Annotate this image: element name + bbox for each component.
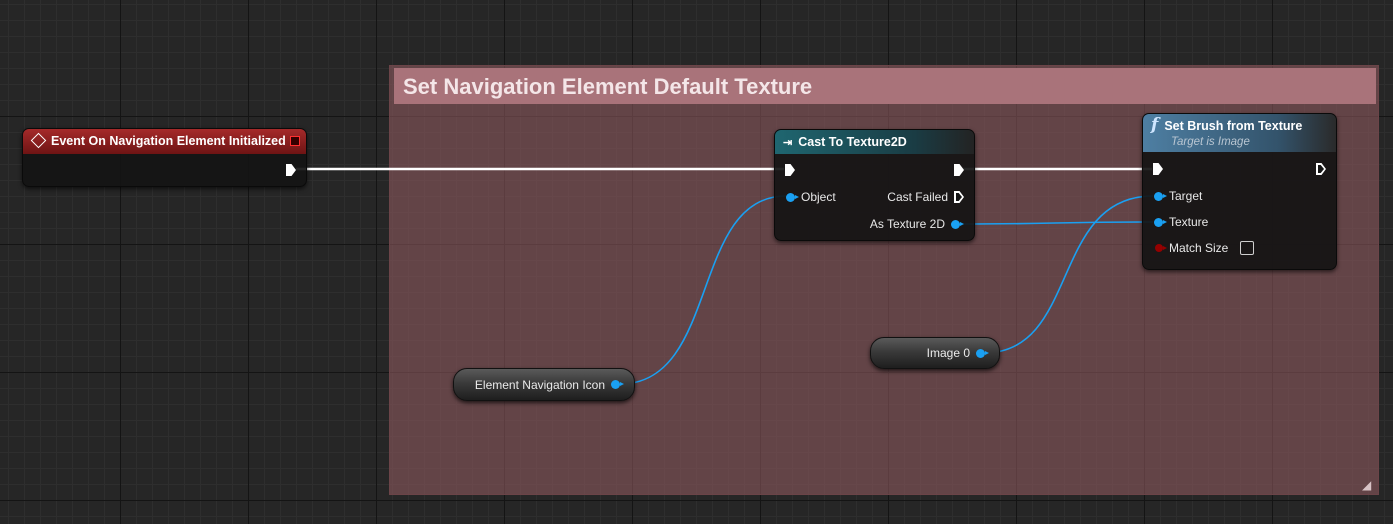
cast-arrow-icon: ⇥ bbox=[783, 137, 793, 149]
event-node-header[interactable]: Event On Navigation Element Initialized bbox=[23, 129, 306, 154]
event-node-title: Event On Navigation Element Initialized bbox=[51, 134, 286, 148]
cast-node-header[interactable]: ⇥ Cast To Texture2D bbox=[775, 130, 974, 154]
var-icon-label: Element Navigation Icon bbox=[474, 377, 605, 392]
exec-in-icon[interactable] bbox=[1153, 163, 1163, 175]
cast-astexture-pin[interactable]: As Texture 2D bbox=[869, 217, 964, 231]
cast-failed-label: Cast Failed bbox=[887, 190, 948, 204]
texture-pin-icon[interactable] bbox=[1154, 217, 1167, 227]
target-pin-icon[interactable] bbox=[1154, 191, 1167, 201]
set-brush-matchsize-pin[interactable]: Match Size bbox=[1155, 241, 1255, 255]
cast-astexture-label: As Texture 2D bbox=[869, 217, 945, 231]
cast-exec-in[interactable] bbox=[785, 164, 795, 176]
exec-out-icon[interactable] bbox=[954, 164, 964, 176]
exec-hollow-icon[interactable] bbox=[1316, 163, 1326, 175]
exec-in-icon[interactable] bbox=[785, 164, 795, 176]
exec-hollow-icon[interactable] bbox=[954, 191, 964, 203]
wire-icon-to-object bbox=[619, 195, 787, 385]
var-image-label: Image 0 bbox=[926, 346, 970, 360]
set-brush-target-label: Target bbox=[1169, 189, 1203, 203]
cast-node-title: Cast To Texture2D bbox=[798, 135, 907, 149]
match-size-checkbox[interactable] bbox=[1240, 241, 1255, 255]
bool-pin-icon[interactable] bbox=[1155, 244, 1167, 252]
object-pin-icon[interactable] bbox=[786, 192, 799, 202]
cast-failed-pin[interactable]: Cast Failed bbox=[887, 190, 964, 204]
object-pin-icon[interactable] bbox=[976, 348, 989, 358]
event-node[interactable]: Event On Navigation Element Initialized bbox=[22, 128, 307, 187]
event-diamond-icon bbox=[30, 132, 47, 149]
function-f-icon: f bbox=[1151, 115, 1159, 135]
set-brush-texture-pin[interactable]: Texture bbox=[1154, 215, 1208, 229]
variable-element-navigation-icon[interactable]: Element Navigation Icon bbox=[453, 368, 635, 401]
set-brush-title: Set Brush from Texture bbox=[1164, 119, 1303, 133]
set-brush-exec-in[interactable] bbox=[1153, 163, 1163, 175]
cast-node[interactable]: ⇥ Cast To Texture2D Object Cast Failed As… bbox=[774, 129, 975, 241]
set-brush-exec-out[interactable] bbox=[1316, 163, 1326, 175]
set-brush-texture-label: Texture bbox=[1169, 215, 1209, 229]
variable-image-0[interactable]: Image 0 bbox=[870, 337, 1000, 369]
texture-pin-icon[interactable] bbox=[951, 219, 964, 229]
cast-exec-out[interactable] bbox=[954, 164, 964, 176]
set-brush-node[interactable]: f Set Brush from Texture Target is Image … bbox=[1142, 113, 1337, 270]
exec-out-icon[interactable] bbox=[286, 164, 296, 176]
set-brush-target-pin[interactable]: Target bbox=[1154, 189, 1202, 203]
set-brush-node-header[interactable]: f Set Brush from Texture Target is Image bbox=[1143, 114, 1336, 152]
object-pin-icon[interactable] bbox=[611, 380, 624, 389]
wire-image-to-target bbox=[983, 195, 1154, 354]
cast-object-label: Object bbox=[801, 190, 836, 204]
wire-astexture-to-texture bbox=[959, 221, 1154, 225]
set-brush-matchsize-label: Match Size bbox=[1169, 241, 1229, 255]
event-exec-out[interactable] bbox=[286, 164, 296, 176]
set-brush-subtitle: Target is Image bbox=[1171, 136, 1250, 148]
delegate-pin-icon[interactable] bbox=[290, 136, 300, 146]
cast-object-pin[interactable]: Object bbox=[786, 190, 836, 204]
